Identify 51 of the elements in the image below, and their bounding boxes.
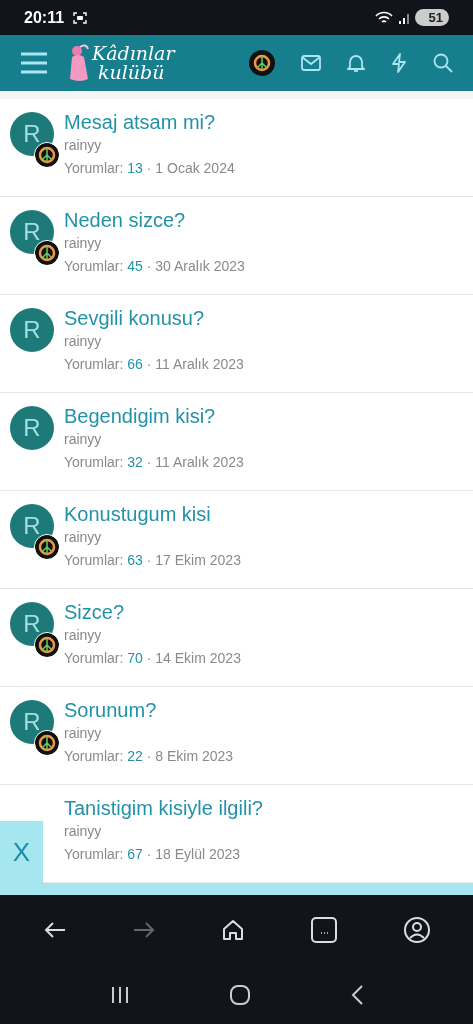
thread-title[interactable]: Mesaj atsam mi? xyxy=(64,110,216,134)
avatar[interactable]: R xyxy=(10,700,54,744)
recent-apps-icon[interactable] xyxy=(109,984,130,1005)
thread-title[interactable]: Sorunum? xyxy=(64,698,157,722)
thread-title[interactable]: Begendigim kisi? xyxy=(64,404,216,428)
signal-icon xyxy=(397,11,410,24)
author-name[interactable]: rainyy xyxy=(64,529,102,545)
author-name[interactable]: rainyy xyxy=(64,137,102,153)
thread-title[interactable]: Sevgili konusu? xyxy=(64,306,205,330)
avatar[interactable]: R xyxy=(10,602,54,646)
close-tab[interactable]: X xyxy=(0,821,43,883)
author-name[interactable]: rainyy xyxy=(64,725,102,741)
bell-icon[interactable] xyxy=(347,53,365,73)
thread-meta: Yorumlar: 70 · 14 Ekim 2023 xyxy=(64,650,241,667)
battery-indicator: 51 xyxy=(414,9,449,26)
thread-title[interactable]: Sizce? xyxy=(64,600,125,624)
tabs-icon[interactable] xyxy=(310,917,337,943)
thread-title[interactable]: Neden sizce? xyxy=(64,208,186,232)
author-name[interactable]: rainyy xyxy=(64,627,102,643)
menu-icon[interactable] xyxy=(20,52,48,74)
author-name[interactable]: rainyy xyxy=(64,235,102,251)
wifi-icon xyxy=(374,10,393,25)
author-name[interactable]: rainyy xyxy=(64,431,102,447)
thread-meta: Yorumlar: 66 · 11 Aralık 2023 xyxy=(64,356,244,373)
back-icon[interactable] xyxy=(349,983,364,1006)
screenshot-icon xyxy=(73,11,88,24)
home-button-icon[interactable] xyxy=(228,983,251,1006)
back-arrow-icon[interactable] xyxy=(43,921,66,939)
search-icon[interactable] xyxy=(433,53,453,73)
author-name[interactable]: rainyy xyxy=(64,823,102,839)
thread-meta: Yorumlar: 13 · 1 Ocak 2024 xyxy=(64,160,235,177)
author-name[interactable]: rainyy xyxy=(64,333,102,349)
avatar[interactable]: R xyxy=(10,210,54,254)
thread-meta: Yorumlar: 45 · 30 Aralık 2023 xyxy=(64,258,245,275)
thread-meta: Yorumlar: 22 · 8 Ekim 2023 xyxy=(64,748,234,765)
home-icon[interactable] xyxy=(221,919,244,941)
lightning-icon[interactable] xyxy=(391,53,407,73)
avatar[interactable]: R xyxy=(10,112,54,156)
thread-meta: Yorumlar: 63 · 17 Ekim 2023 xyxy=(64,552,241,569)
user-avatar-icon[interactable] xyxy=(249,50,275,76)
thread-title[interactable]: Konustugum kisi xyxy=(64,502,211,526)
thread-meta: Yorumlar: 32 · 11 Aralık 2023 xyxy=(64,454,244,471)
profile-icon[interactable] xyxy=(403,917,430,943)
thread-title[interactable]: Tanistigim kisiyle ilgili? xyxy=(64,796,263,820)
clock: 20:11 xyxy=(24,8,65,27)
site-logo[interactable]: Kâdınlar kulübü xyxy=(92,44,175,82)
avatar[interactable]: R xyxy=(10,308,54,352)
mail-icon[interactable] xyxy=(301,55,321,71)
thread-meta: Yorumlar: 67 · 18 Eylül 2023 xyxy=(64,846,241,863)
avatar[interactable]: R xyxy=(10,504,54,548)
avatar[interactable]: R xyxy=(10,406,54,450)
